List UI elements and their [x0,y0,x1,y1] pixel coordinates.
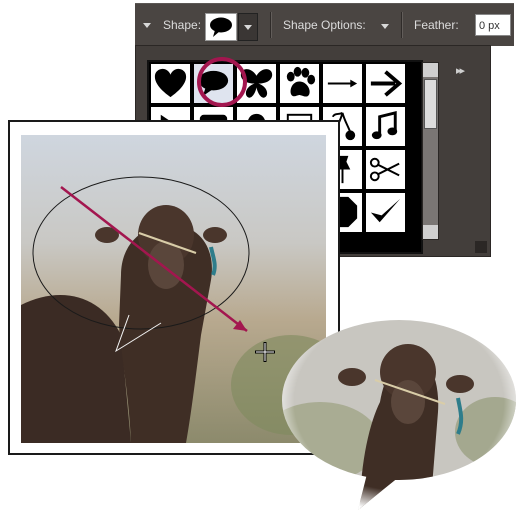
shape-options-dropdown-icon[interactable] [381,24,389,29]
scroll-up-arrow-icon[interactable] [423,63,438,77]
music-note-icon [371,110,398,140]
resize-grip-icon[interactable] [475,241,487,253]
shape-music-note[interactable] [366,107,405,146]
thin-arrow-icon [327,79,358,88]
shape-dropdown-button[interactable] [238,13,258,41]
shape-scissors[interactable] [366,150,405,189]
shape-arrow-thin[interactable] [323,64,362,103]
feather-input[interactable]: 0 px [475,14,511,36]
selected-shape-highlight [197,57,247,107]
panel-menu-arrow-icon[interactable] [143,23,151,28]
shape-options-bar: Shape: Shape Options: Feather: 0 px [135,3,514,46]
shape-paw[interactable] [280,64,319,103]
checkmark-icon [370,198,401,223]
result-speech-bubble-image [280,312,518,512]
picker-menu-icon[interactable]: ▸▸ [456,64,465,77]
shape-checkmark[interactable] [366,193,405,232]
scroll-down-arrow-icon[interactable] [423,225,438,239]
divider [401,12,402,38]
scroll-thumb[interactable] [424,79,437,129]
speech-bubble-icon [210,17,232,37]
scissors-icon [369,157,400,182]
shape-arrow-bold[interactable] [366,64,405,103]
shape-selector[interactable] [205,13,237,41]
feather-label: Feather: [414,18,459,32]
divider [270,12,271,38]
paw-icon [286,66,316,97]
bold-arrow-icon [370,70,403,97]
shape-label: Shape: [163,18,202,32]
picker-scrollbar[interactable] [422,62,439,240]
shape-options-label: Shape Options: [283,18,366,32]
chevron-down-icon [244,25,252,30]
heart-icon [154,68,187,98]
shape-heart[interactable] [151,64,190,103]
